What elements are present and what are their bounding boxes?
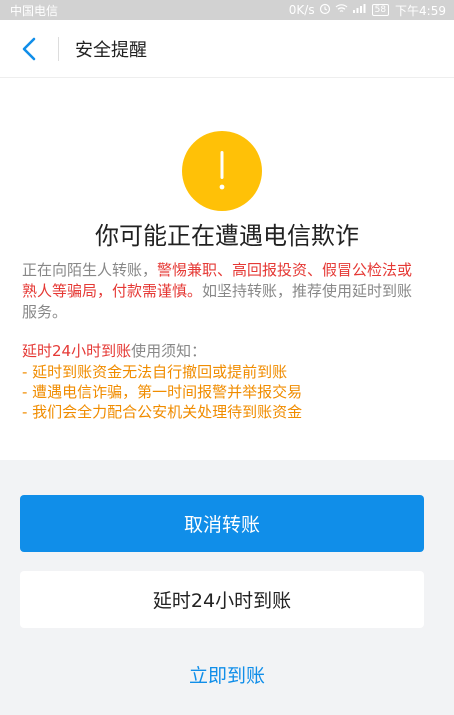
signal-icon bbox=[352, 3, 366, 17]
warning-icon bbox=[182, 131, 262, 211]
clock-time: 下午4:59 bbox=[395, 3, 446, 18]
warning-panel: 你可能正在遭遇电信欺诈 正在向陌生人转账，警惕兼职、高回报投资、假冒公检法或熟人… bbox=[0, 79, 454, 460]
battery-icon: 58 bbox=[371, 4, 390, 16]
delay-notice-list: - 延时到账资金无法自行撤回或提前到账 - 遭遇电信诈骗，第一时间报警并举报交易… bbox=[22, 362, 432, 422]
action-area: 取消转账 延时24小时到账 立即到账 bbox=[0, 460, 454, 715]
delay-notice-highlight: 延时24小时到账 bbox=[22, 342, 132, 360]
list-item: - 遭遇电信诈骗，第一时间报警并举报交易 bbox=[22, 383, 303, 401]
delay-notice-suffix: 使用须知： bbox=[131, 342, 207, 360]
warning-message-prefix: 正在向陌生人转账， bbox=[22, 261, 158, 279]
alarm-icon bbox=[319, 3, 331, 18]
delay-notice-title: 延时24小时到账使用须知： bbox=[22, 341, 432, 362]
status-bar: 中国电信 0K/s 58 下午4:59 bbox=[0, 0, 454, 20]
list-item: - 我们会全力配合公安机关处理待到账资金 bbox=[22, 403, 303, 421]
carrier-label: 中国电信 bbox=[10, 3, 59, 18]
nav-bar: 安全提醒 bbox=[0, 20, 454, 78]
instant-transfer-link[interactable]: 立即到账 bbox=[0, 661, 454, 691]
wifi-icon bbox=[335, 3, 348, 17]
cancel-transfer-button[interactable]: 取消转账 bbox=[20, 495, 424, 552]
warning-message: 正在向陌生人转账，警惕兼职、高回报投资、假冒公检法或熟人等骗局，付款需谨慎。如坚… bbox=[22, 260, 427, 323]
status-indicators: 0K/s 58 下午4:59 bbox=[289, 2, 446, 19]
chevron-left-icon bbox=[22, 37, 36, 60]
nav-divider bbox=[58, 36, 59, 61]
list-item: - 延时到账资金无法自行撤回或提前到账 bbox=[22, 363, 288, 381]
page-title: 安全提醒 bbox=[75, 39, 147, 61]
delay-24h-button[interactable]: 延时24小时到账 bbox=[20, 571, 424, 628]
back-button[interactable] bbox=[0, 20, 58, 78]
network-speed: 0K/s bbox=[288, 3, 315, 17]
warning-headline: 你可能正在遭遇电信欺诈 bbox=[95, 222, 359, 250]
